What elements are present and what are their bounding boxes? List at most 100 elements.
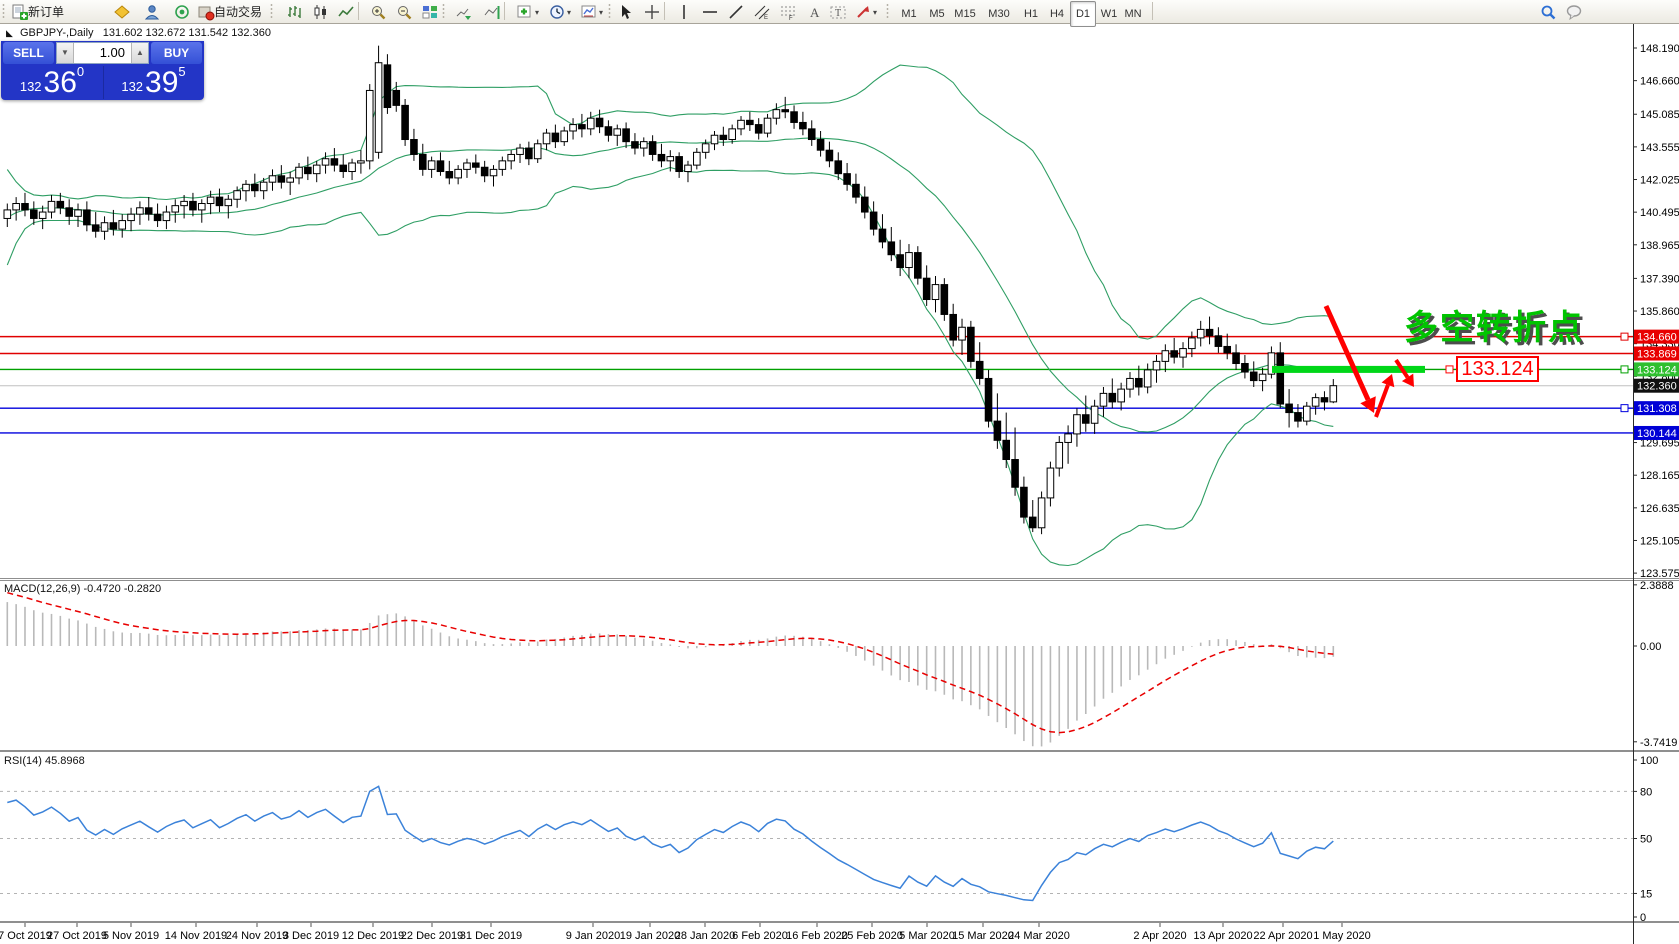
volume-increase-button[interactable]: ▲ xyxy=(131,43,148,63)
profile-button[interactable] xyxy=(140,1,164,23)
zoom-out-icon xyxy=(396,4,413,21)
toolbar-separator xyxy=(1152,2,1153,20)
dropdown-caret-icon: ▾ xyxy=(599,8,603,17)
main-toolbar: 新订单 自动交易 xyxy=(0,0,1679,24)
buy-button[interactable]: BUY xyxy=(151,42,202,64)
zoom-out-button[interactable] xyxy=(392,1,416,23)
arrows-tool-button[interactable]: ▾ xyxy=(850,1,882,23)
svg-text:123.575: 123.575 xyxy=(1640,568,1679,580)
trendline-tool-button[interactable] xyxy=(724,1,748,23)
tile-windows-button[interactable] xyxy=(418,1,442,23)
price-chart[interactable]: 148.190146.660145.085143.555142.025140.4… xyxy=(0,24,1679,944)
toolbar-grip[interactable] xyxy=(608,3,611,19)
price-level-callout[interactable]: 133.124 xyxy=(1456,356,1539,382)
svg-text:126.635: 126.635 xyxy=(1640,503,1679,515)
timeframe-d1[interactable]: D1 xyxy=(1070,1,1096,27)
buy-price-point: 5 xyxy=(178,57,185,87)
templates-button[interactable]: ▾ xyxy=(576,1,608,23)
equidistant-channel-icon: E xyxy=(754,4,771,21)
sell-button[interactable]: SELL xyxy=(3,42,54,64)
svg-text:7 Oct 2019: 7 Oct 2019 xyxy=(0,930,52,942)
toolbar-separator xyxy=(358,2,359,20)
svg-text:80: 80 xyxy=(1640,786,1652,798)
text-label-tool-button[interactable]: T xyxy=(826,1,850,23)
svg-text:2 Apr 2020: 2 Apr 2020 xyxy=(1133,930,1186,942)
timeframe-m15[interactable]: M15 xyxy=(950,1,980,27)
sell-price-pips: 36 xyxy=(44,70,77,96)
svg-text:133.869: 133.869 xyxy=(1637,349,1677,361)
svg-text:31 Dec 2019: 31 Dec 2019 xyxy=(460,930,522,942)
mt4-window: 新订单 自动交易 xyxy=(0,0,1679,944)
svg-text:T: T xyxy=(835,8,841,19)
timeframe-h1[interactable]: H1 xyxy=(1018,1,1044,27)
favorites-button[interactable] xyxy=(110,1,134,23)
candlestick-mode-button[interactable] xyxy=(308,1,332,23)
sell-price[interactable]: 132 36 0 xyxy=(2,66,102,99)
text-tool-button[interactable]: A xyxy=(802,1,826,23)
timeframe-m5[interactable]: M5 xyxy=(924,1,950,27)
timeframe-mn[interactable]: MN xyxy=(1120,1,1146,27)
svg-text:15: 15 xyxy=(1640,888,1652,900)
buy-price[interactable]: 132 39 5 xyxy=(103,66,203,99)
chart-shift-icon xyxy=(484,4,501,21)
horizontal-line-tool-button[interactable] xyxy=(698,1,722,23)
crosshair-icon xyxy=(644,4,661,21)
rsi-indicator-label: RSI(14) 45.8968 xyxy=(4,755,85,767)
search-button[interactable] xyxy=(1536,1,1560,23)
macd-indicator-label: MACD(12,26,9) -0.4720 -0.2820 xyxy=(4,583,161,595)
person-icon xyxy=(144,4,161,21)
candlestick-icon xyxy=(312,4,329,21)
vertical-line-tool-button[interactable] xyxy=(672,1,696,23)
tile-windows-icon xyxy=(422,4,439,21)
svg-text:0.00: 0.00 xyxy=(1640,641,1661,653)
toolbar-grip[interactable] xyxy=(442,3,445,19)
svg-text:145.085: 145.085 xyxy=(1640,109,1679,121)
svg-text:146.660: 146.660 xyxy=(1640,76,1679,88)
auto-trading-label[interactable]: 自动交易 xyxy=(214,1,262,21)
svg-text:142.025: 142.025 xyxy=(1640,175,1679,187)
bar-chart-mode-button[interactable] xyxy=(282,1,306,23)
sell-price-point: 0 xyxy=(77,57,84,87)
indicators-button[interactable]: ▾ xyxy=(512,1,544,23)
zoom-in-button[interactable] xyxy=(366,1,390,23)
crosshair-tool-button[interactable] xyxy=(640,1,664,23)
periods-button[interactable]: ▾ xyxy=(544,1,576,23)
svg-text:F: F xyxy=(789,16,793,21)
cursor-tool-button[interactable] xyxy=(614,1,638,23)
dropdown-caret-icon: ▾ xyxy=(567,8,571,17)
channel-tool-button[interactable]: E xyxy=(750,1,774,23)
timeframe-w1[interactable]: W1 xyxy=(1096,1,1122,27)
new-order-icon xyxy=(11,4,28,21)
chat-button[interactable] xyxy=(1562,1,1586,23)
toolbar-grip[interactable] xyxy=(2,3,5,19)
chart-shift-button[interactable] xyxy=(480,1,504,23)
toolbar-grip[interactable] xyxy=(270,3,273,19)
signals-button[interactable] xyxy=(170,1,194,23)
svg-text:14 Nov 2019: 14 Nov 2019 xyxy=(165,930,227,942)
turning-point-annotation[interactable]: 多空转折点 xyxy=(1404,300,1584,349)
svg-text:2.3888: 2.3888 xyxy=(1640,580,1674,592)
toolbar-separator xyxy=(504,2,505,20)
svg-text:133.124: 133.124 xyxy=(1637,364,1677,376)
svg-text:13 Apr 2020: 13 Apr 2020 xyxy=(1193,930,1252,942)
volume-decrease-button[interactable]: ▼ xyxy=(57,43,74,63)
line-chart-mode-button[interactable] xyxy=(334,1,358,23)
timeframe-m1[interactable]: M1 xyxy=(896,1,922,27)
timeframe-m30[interactable]: M30 xyxy=(984,1,1014,27)
vertical-line-icon xyxy=(676,4,693,21)
line-anchor-marker[interactable] xyxy=(1446,366,1453,373)
fibonacci-tool-button[interactable]: F xyxy=(776,1,800,23)
toolbar-grip[interactable] xyxy=(886,3,889,19)
svg-text:16 Feb 2020: 16 Feb 2020 xyxy=(786,930,848,942)
volume-stepper: ▼ 1.00 ▲ xyxy=(56,42,149,64)
dropdown-caret-icon: ▾ xyxy=(873,8,877,17)
signal-icon xyxy=(174,4,191,21)
new-order-label[interactable]: 新订单 xyxy=(28,1,64,21)
auto-scroll-button[interactable] xyxy=(452,1,476,23)
timeframe-h4[interactable]: H4 xyxy=(1044,1,1070,27)
horizontal-line-icon xyxy=(702,4,719,21)
svg-text:15 Mar 2020: 15 Mar 2020 xyxy=(952,930,1014,942)
svg-text:128.165: 128.165 xyxy=(1640,470,1679,482)
svg-text:3 Dec 2019: 3 Dec 2019 xyxy=(283,930,339,942)
svg-text:131.308: 131.308 xyxy=(1637,403,1677,415)
